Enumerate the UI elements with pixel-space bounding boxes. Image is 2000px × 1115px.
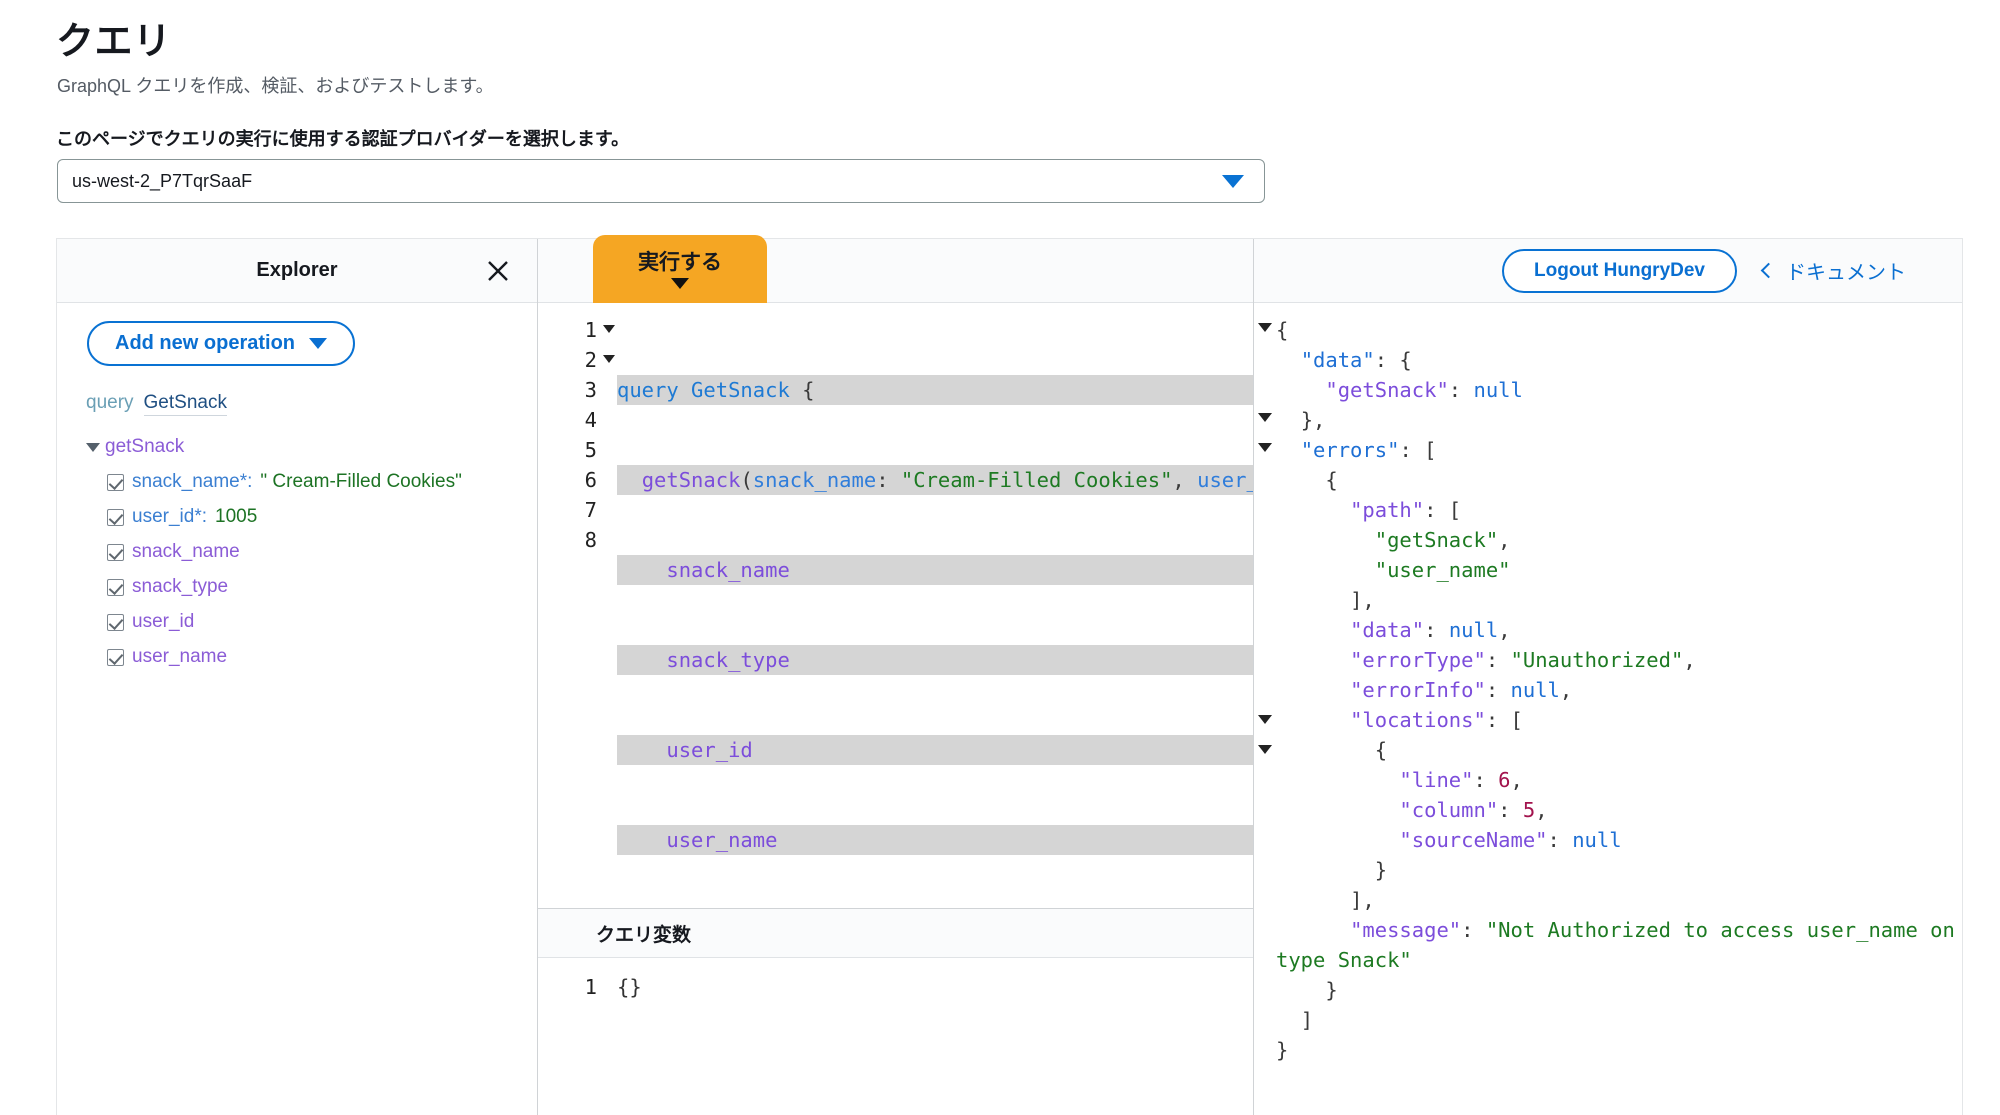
fold-arrow-icon[interactable] (1258, 443, 1272, 452)
query-code[interactable]: query GetSnack { getSnack(snack_name: "C… (603, 303, 1253, 908)
code-line[interactable]: getSnack(snack_name: "Cream-Filled Cooki… (617, 465, 1253, 495)
checkbox-checked-icon[interactable] (107, 508, 124, 526)
explorer-field-user-name[interactable]: user_name (107, 646, 537, 668)
fold-arrow-icon[interactable] (1258, 715, 1272, 724)
explorer-field-label: user_id (132, 611, 195, 632)
chevron-down-icon (1222, 174, 1244, 188)
result-body: { "data": { "getSnack": null }, "errors"… (1254, 303, 1962, 1115)
result-panel: Logout HungryDev ドキュメント { "data": { "get… (1254, 239, 1962, 1115)
page-subtitle: GraphQL クエリを作成、検証、およびテストします。 (57, 76, 494, 96)
explorer-arg-name: user_id*: (132, 506, 207, 527)
result-toolbar: Logout HungryDev ドキュメント (1254, 239, 1962, 303)
docs-link-label: ドキュメント (1786, 262, 1906, 284)
code-line[interactable]: query GetSnack { (617, 375, 1253, 405)
result-gutter (1254, 303, 1276, 1115)
chevron-left-icon (1760, 262, 1777, 278)
checkbox-checked-icon[interactable] (107, 473, 124, 491)
query-variables-title: クエリ変数 (596, 924, 692, 946)
fold-arrow-icon[interactable] (1258, 413, 1272, 422)
query-variables-editor[interactable]: 1 {} (538, 958, 1253, 1115)
explorer-field-label: snack_type (132, 576, 229, 597)
line-number: 4 (584, 408, 597, 432)
line-number: 3 (584, 378, 597, 402)
explorer-root-field-label: getSnack (105, 436, 185, 457)
explorer-arg-value[interactable]: " Cream-Filled Cookies" (260, 471, 461, 493)
line-number: 7 (584, 498, 597, 522)
variables-code[interactable]: {} (603, 958, 1253, 1115)
explorer-field-label: snack_name (132, 541, 240, 562)
query-page: クエリ GraphQL クエリを作成、検証、およびテストします。 このページでク… (0, 0, 2000, 1115)
result-json[interactable]: { "data": { "getSnack": null }, "errors"… (1276, 303, 1962, 1115)
explorer-root-field-getsnack[interactable]: getSnack (86, 436, 537, 458)
query-editor-panel: 実行する 1 2 3 4 5 6 7 8 query GetSnack {ge… (538, 235, 1254, 1115)
explorer-panel: Explorer Add new operation query GetSnack… (57, 239, 538, 1115)
query-toolbar: 実行する (538, 235, 1253, 303)
explorer-field-snack-name[interactable]: snack_name (107, 541, 537, 563)
fold-arrow-icon[interactable] (1258, 745, 1272, 754)
code-line[interactable]: user_name (617, 825, 1253, 855)
explorer-field-label: user_name (132, 646, 228, 667)
code-line[interactable]: user_id (617, 735, 1253, 765)
query-gutter: 1 2 3 4 5 6 7 8 (538, 303, 615, 908)
execute-query-button[interactable]: 実行する (593, 235, 767, 303)
page-title: クエリ (56, 21, 172, 63)
explorer-arg-name: snack_name*: (132, 471, 253, 492)
docs-link[interactable]: ドキュメント (1760, 256, 1906, 285)
fold-arrow-icon[interactable] (1258, 323, 1272, 332)
operation-name[interactable]: GetSnack (143, 392, 227, 416)
line-number: 5 (584, 438, 597, 462)
line-number: 8 (584, 528, 597, 552)
logout-button[interactable]: Logout HungryDev (1502, 248, 1737, 293)
explorer-title: Explorer (256, 259, 338, 281)
auth-provider-select[interactable]: us-west-2_P7TqrSaaF (57, 159, 1265, 203)
explorer-field-user-id[interactable]: user_id (107, 611, 537, 633)
checkbox-checked-icon[interactable] (107, 613, 124, 631)
auth-provider-label: このページでクエリの実行に使用する認証プロバイダーを選択します。 (56, 129, 630, 149)
explorer-field-snack-type[interactable]: snack_type (107, 576, 537, 598)
variables-gutter: 1 (538, 958, 603, 1115)
execute-query-label: 実行する (638, 251, 722, 274)
auth-provider-value: us-west-2_P7TqrSaaF (72, 170, 253, 191)
line-number: 1 (584, 975, 597, 999)
add-new-operation-label: Add new operation (115, 332, 295, 354)
line-number: 6 (584, 468, 597, 492)
explorer-arg-snack-name[interactable]: snack_name*: " Cream-Filled Cookies" (107, 471, 537, 493)
code-line[interactable]: snack_name (617, 555, 1253, 585)
explorer-arg-value[interactable]: 1005 (215, 506, 257, 528)
add-new-operation-button[interactable]: Add new operation (87, 321, 355, 366)
operation-keyword: query (86, 392, 134, 413)
query-variables-header[interactable]: クエリ変数 (538, 908, 1253, 958)
line-number: 2 (538, 345, 615, 375)
query-code-editor[interactable]: 1 2 3 4 5 6 7 8 query GetSnack { getSnac… (538, 303, 1253, 908)
line-number: 1 (538, 315, 615, 345)
graphiql-container: Explorer Add new operation query GetSnack… (56, 235, 1963, 1115)
explorer-body: Add new operation query GetSnack getSnack… (57, 303, 537, 1115)
explorer-header: Explorer (57, 239, 537, 303)
caret-down-icon (86, 442, 100, 452)
operation-line: query GetSnack (86, 392, 537, 416)
code-line[interactable]: snack_type (617, 645, 1253, 675)
close-icon[interactable] (483, 256, 513, 286)
checkbox-checked-icon[interactable] (107, 543, 124, 561)
chevron-down-icon (309, 338, 327, 349)
checkbox-checked-icon[interactable] (107, 578, 124, 596)
explorer-arg-user-id[interactable]: user_id*: 1005 (107, 506, 537, 528)
caret-down-icon (671, 278, 689, 289)
checkbox-checked-icon[interactable] (107, 648, 124, 666)
